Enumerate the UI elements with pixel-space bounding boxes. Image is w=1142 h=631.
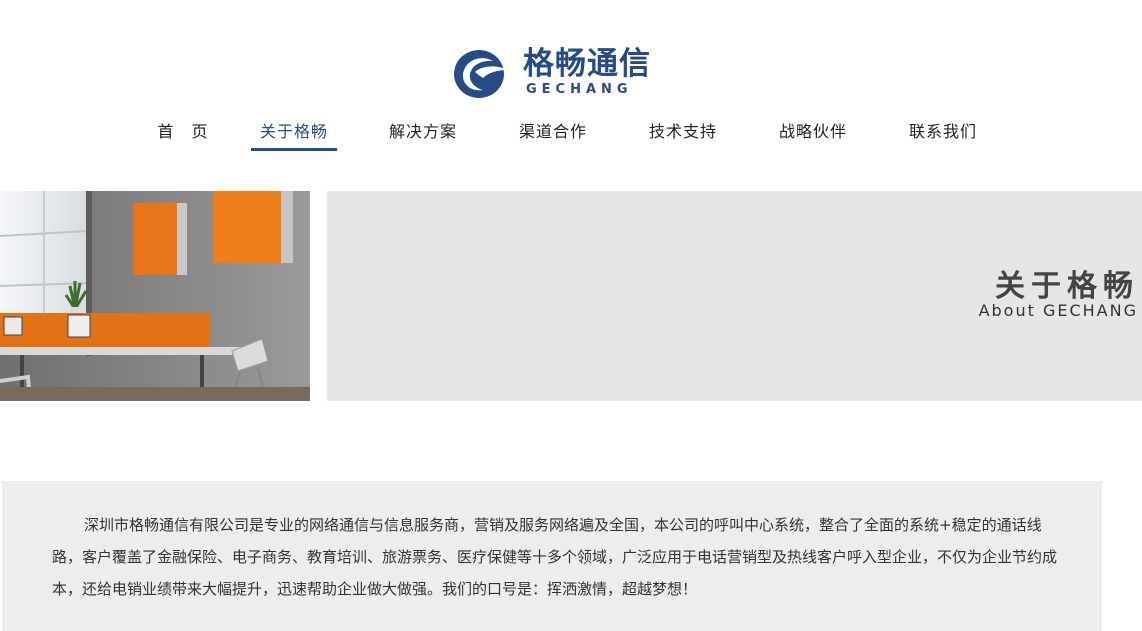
gechang-logo-icon xyxy=(454,50,507,98)
company-intro: 深圳市格畅通信有限公司是专业的网络通信与信息服务商，营销及服务网络遍及全国，本公… xyxy=(2,481,1102,631)
nav-item-support[interactable]: 技术支持 xyxy=(640,118,726,148)
brand-name-en: GECHANG xyxy=(526,82,633,97)
banner-panel: 关于格畅 About GECHANG xyxy=(327,191,1142,401)
nav-item-channel[interactable]: 渠道合作 xyxy=(510,118,596,148)
nav-item-partners[interactable]: 战略伙伴 xyxy=(770,118,856,148)
banner-title: 关于格畅 xyxy=(995,269,1139,304)
intro-text: 深圳市格畅通信有限公司是专业的网络通信与信息服务商，营销及服务网络遍及全国，本公… xyxy=(52,516,1058,598)
office-interior-photo xyxy=(0,191,310,401)
nav-item-about[interactable]: 关于格畅 xyxy=(251,118,337,151)
nav-item-solutions[interactable]: 解决方案 xyxy=(380,118,466,148)
brand-name-cn: 格畅通信 xyxy=(523,46,651,82)
banner-subtitle: About GECHANG xyxy=(978,301,1138,320)
nav-item-contact[interactable]: 联系我们 xyxy=(900,118,986,148)
nav-item-home[interactable]: 首 页 xyxy=(155,118,211,148)
main-nav: 首 页 关于格畅 解决方案 渠道合作 技术支持 战略伙伴 联系我们 xyxy=(0,118,1142,152)
site-logo[interactable]: 格畅通信 GECHANG xyxy=(453,44,653,104)
